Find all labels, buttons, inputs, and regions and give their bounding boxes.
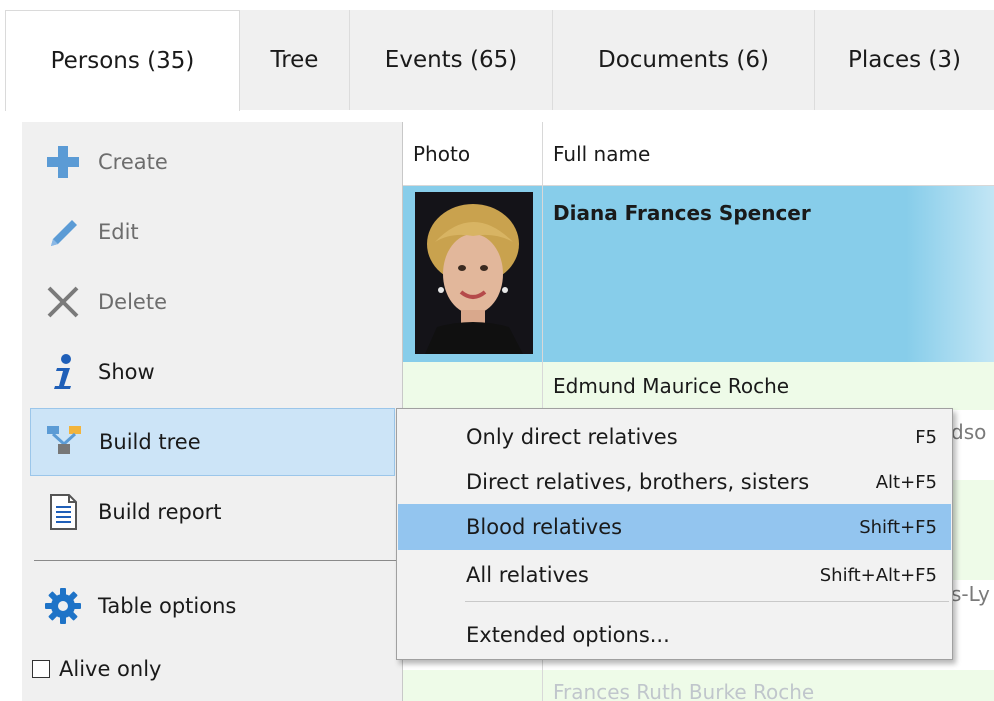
full-name-cell: Edmund Maurice Roche	[553, 374, 790, 398]
full-name-cell: Frances Ruth Burke Roche	[553, 680, 815, 701]
tab-tree[interactable]: Tree	[240, 10, 350, 110]
table-options-button[interactable]: Table options	[30, 572, 395, 640]
info-icon	[40, 349, 86, 395]
build-report-label: Build report	[98, 500, 222, 524]
menu-item-label: Extended options...	[466, 623, 670, 647]
tree-icon	[41, 419, 87, 465]
delete-button[interactable]: Delete	[30, 268, 395, 336]
table-header: Photo Full name	[403, 122, 994, 186]
person-photo	[415, 192, 533, 354]
document-icon	[40, 489, 86, 535]
column-header-full-name[interactable]: Full name	[543, 122, 994, 186]
menu-item-label: All relatives	[466, 563, 589, 587]
sidebar-divider	[34, 560, 412, 561]
tab-persons[interactable]: Persons (35)	[5, 10, 240, 111]
photo-cell	[403, 186, 543, 362]
tab-bar: Persons (35) Tree Events (65) Documents …	[5, 10, 994, 111]
table-row[interactable]: Diana Frances Spencer	[403, 186, 994, 362]
build-tree-menu: Only direct relatives F5 Direct relative…	[396, 408, 953, 660]
tab-documents[interactable]: Documents (6)	[553, 10, 815, 110]
menu-item-shortcut: Shift+F5	[859, 516, 937, 538]
create-button[interactable]: Create	[30, 128, 395, 196]
menu-item-label: Direct relatives, brothers, sisters	[466, 470, 810, 494]
menu-separator	[465, 601, 949, 602]
table-row[interactable]: Frances Ruth Burke Roche	[403, 670, 994, 701]
plus-icon	[40, 139, 86, 185]
edit-label: Edit	[98, 220, 139, 244]
menu-item-direct-relatives-brothers-sisters[interactable]: Direct relatives, brothers, sisters Alt+…	[398, 459, 951, 505]
table-row[interactable]: Edmund Maurice Roche	[403, 362, 994, 410]
menu-item-label: Only direct relatives	[466, 425, 678, 449]
menu-item-label: Blood relatives	[466, 515, 623, 539]
tab-events[interactable]: Events (65)	[350, 10, 553, 110]
actions-panel: Create Edit Delete Show Build tree Build…	[22, 122, 412, 701]
alive-only-option[interactable]: Alive only	[32, 652, 161, 686]
full-name-cell: Diana Frances Spencer	[553, 201, 811, 225]
gear-icon	[40, 583, 86, 629]
close-icon	[40, 279, 86, 325]
build-report-button[interactable]: Build report	[30, 478, 395, 546]
show-label: Show	[98, 360, 155, 384]
photo-cell	[403, 362, 543, 410]
photo-cell	[403, 670, 543, 701]
menu-item-only-direct-relatives[interactable]: Only direct relatives F5	[398, 414, 951, 460]
show-button[interactable]: Show	[30, 338, 395, 406]
menu-item-all-relatives[interactable]: All relatives Shift+Alt+F5	[398, 552, 951, 598]
build-tree-label: Build tree	[99, 430, 201, 454]
truncated-cell-text: s-Ly	[951, 582, 990, 606]
menu-item-extended-options[interactable]: Extended options...	[398, 612, 951, 658]
truncated-cell-text: dso	[951, 420, 987, 444]
delete-label: Delete	[98, 290, 167, 314]
alive-only-label: Alive only	[59, 657, 162, 681]
column-header-photo[interactable]: Photo	[403, 122, 543, 186]
tab-places[interactable]: Places (3)	[815, 10, 994, 110]
menu-item-blood-relatives[interactable]: Blood relatives Shift+F5	[398, 504, 951, 550]
menu-item-shortcut: Alt+F5	[875, 471, 937, 493]
build-tree-button[interactable]: Build tree	[30, 408, 395, 476]
edit-button[interactable]: Edit	[30, 198, 395, 266]
pencil-icon	[40, 209, 86, 255]
menu-item-shortcut: F5	[915, 426, 937, 448]
alive-only-checkbox[interactable]	[32, 660, 50, 678]
menu-item-shortcut: Shift+Alt+F5	[819, 564, 937, 586]
table-options-label: Table options	[98, 594, 237, 618]
create-label: Create	[98, 150, 168, 174]
